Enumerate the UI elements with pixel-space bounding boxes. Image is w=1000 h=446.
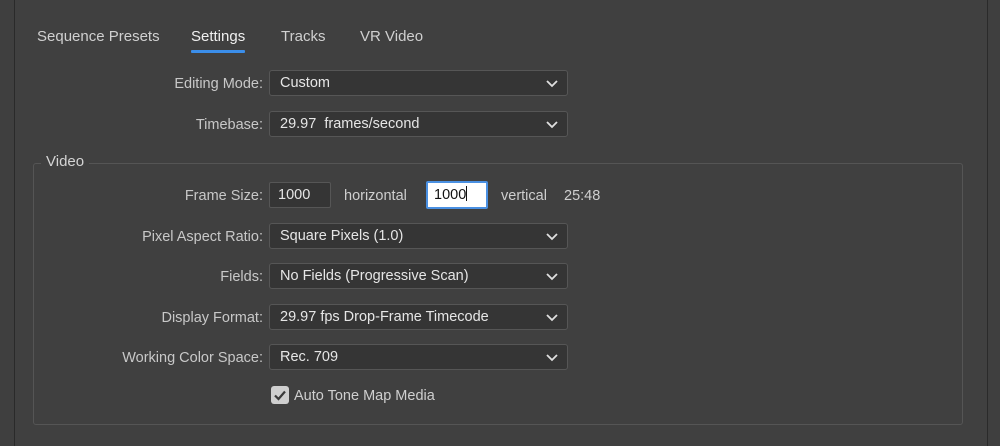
frame-width-input[interactable]: 1000 [269,182,331,208]
fields-value: No Fields (Progressive Scan) [280,268,469,284]
working-color-space-label: Working Color Space: [122,350,263,366]
chevron-down-icon [546,233,558,241]
auto-tone-map-label: Auto Tone Map Media [294,388,435,404]
working-color-space-value: Rec. 709 [280,349,339,365]
chevron-down-icon [546,314,558,322]
horizontal-label: horizontal [344,188,407,204]
pixel-aspect-ratio-value: Square Pixels (1.0) [280,228,404,244]
chevron-down-icon [546,80,558,88]
frame-size-label: Frame Size: [184,188,263,204]
tab-sequence-presets[interactable]: Sequence Presets [37,28,160,45]
auto-tone-map-checkbox[interactable] [271,386,289,404]
timebase-value: 29.97 frames/second [280,116,420,132]
working-color-space-dropdown[interactable]: Rec. 709 [269,344,568,370]
active-tab-indicator [191,50,245,53]
pixel-aspect-ratio-label: Pixel Aspect Ratio: [142,229,263,245]
video-group-title: Video [41,153,90,170]
pixel-aspect-ratio-dropdown[interactable]: Square Pixels (1.0) [269,223,568,249]
timebase-dropdown[interactable]: 29.97 frames/second [269,111,568,137]
video-group-box [33,163,963,425]
fields-label: Fields: [220,269,263,285]
vertical-label: vertical [501,188,547,204]
tab-tracks[interactable]: Tracks [281,28,325,45]
checkmark-icon [274,390,286,401]
editing-mode-value: Custom [280,75,330,91]
frame-height-value: 1000 [434,187,467,203]
timebase-label: Timebase: [195,117,263,133]
display-format-label: Display Format: [161,310,263,326]
chevron-down-icon [546,354,558,362]
tab-settings[interactable]: Settings [191,28,245,45]
text-caret [466,186,468,201]
editing-mode-dropdown[interactable]: Custom [269,70,568,96]
display-format-value: 29.97 fps Drop-Frame Timecode [280,309,489,325]
editing-mode-label: Editing Mode: [174,76,263,92]
chevron-down-icon [546,273,558,281]
frame-aspect-readout: 25:48 [564,188,601,204]
tab-vr-video[interactable]: VR Video [360,28,423,45]
fields-dropdown[interactable]: No Fields (Progressive Scan) [269,263,568,289]
chevron-down-icon [546,121,558,129]
display-format-dropdown[interactable]: 29.97 fps Drop-Frame Timecode [269,304,568,330]
tab-bar: Sequence Presets Settings Tracks VR Vide… [15,0,987,60]
sequence-settings-panel: Sequence Presets Settings Tracks VR Vide… [14,0,988,446]
frame-height-input[interactable]: 1000 [426,181,488,209]
